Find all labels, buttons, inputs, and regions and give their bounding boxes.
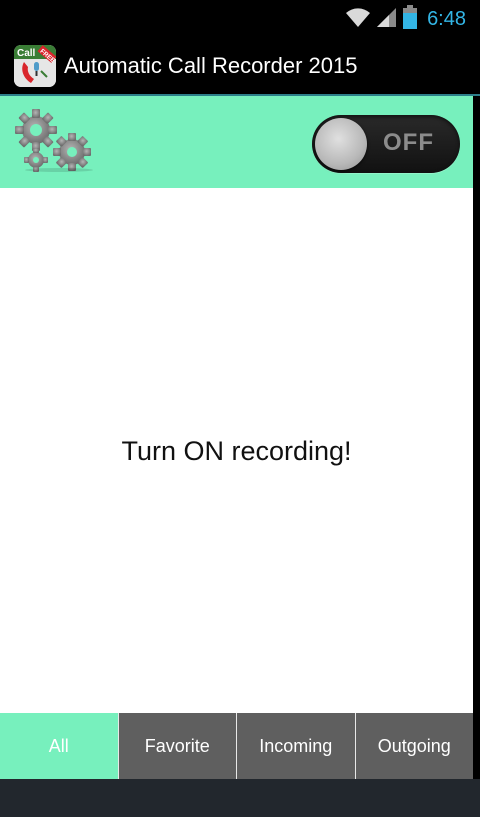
- app-logo-icon[interactable]: Call FREE: [14, 45, 56, 87]
- recordings-content-area: Turn ON recording!: [0, 188, 473, 713]
- tab-outgoing[interactable]: Outgoing: [354, 713, 473, 779]
- recording-toggle-switch[interactable]: OFF: [312, 115, 460, 173]
- battery-icon: [403, 4, 418, 34]
- signal-icon: [377, 6, 397, 33]
- toggle-knob[interactable]: [315, 118, 367, 170]
- wifi-icon: [345, 6, 371, 33]
- toggle-state-label: OFF: [383, 129, 434, 156]
- tab-favorite[interactable]: Favorite: [117, 713, 236, 779]
- app-icon-call-text: Call: [17, 48, 36, 59]
- action-bar: Call FREE Automatic Call Recorder 2015: [0, 38, 480, 96]
- filter-tab-bar: All Favorite Incoming Outgoing: [0, 713, 473, 779]
- app-title: Automatic Call Recorder 2015: [64, 53, 358, 78]
- system-navigation-bar: [0, 779, 480, 817]
- tab-all[interactable]: All: [0, 713, 118, 779]
- status-time: 6:48: [427, 7, 466, 30]
- tab-incoming[interactable]: Incoming: [236, 713, 355, 779]
- right-edge-strip: [473, 96, 480, 713]
- gears-icon[interactable]: [14, 108, 98, 172]
- empty-state-message: Turn ON recording!: [121, 436, 352, 466]
- status-bar: 6:48: [0, 0, 480, 38]
- app-screen: 6:48 Call FREE Automatic Call Recorder 2…: [0, 0, 480, 817]
